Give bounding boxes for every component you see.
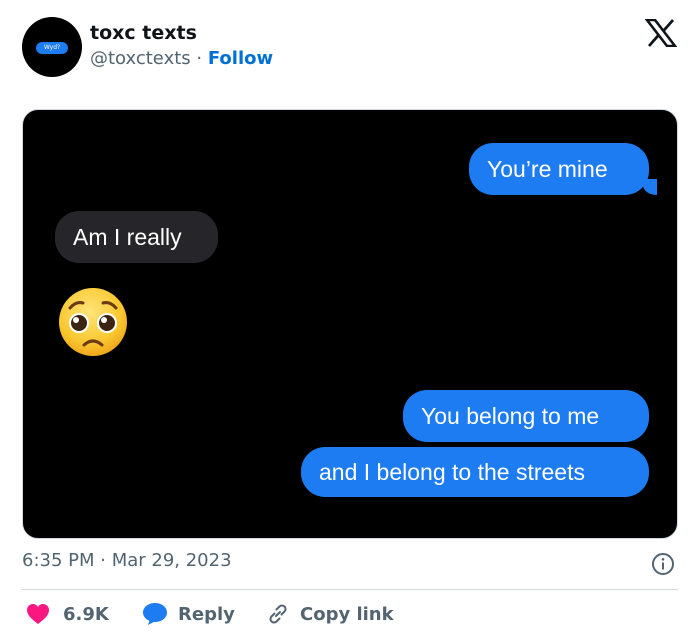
reply-button[interactable]: Reply <box>142 600 235 628</box>
display-name[interactable]: toxc texts <box>90 22 197 44</box>
message-bubble-received: Am I really <box>55 211 218 263</box>
avatar-text: Wyd? <box>36 42 68 54</box>
avatar[interactable]: Wyd? <box>22 17 82 77</box>
info-icon[interactable] <box>651 552 675 576</box>
heart-icon <box>27 604 49 624</box>
separator: · <box>196 48 203 69</box>
handle-row: @toxctexts · Follow <box>90 48 273 69</box>
link-icon <box>269 604 287 624</box>
copy-link-label: Copy link <box>300 603 394 625</box>
message-bubble-sent: You’re mine <box>469 143 649 195</box>
like-button[interactable]: 6.9K <box>26 600 109 628</box>
message-bubble-sent: You belong to me <box>403 390 649 442</box>
like-count: 6.9K <box>63 603 109 625</box>
x-logo-icon[interactable] <box>645 19 677 47</box>
reply-bubble-icon <box>143 603 167 625</box>
pleading-face-emoji <box>59 288 127 356</box>
message-text: Am I really <box>73 224 182 250</box>
reply-label: Reply <box>178 603 235 625</box>
divider <box>22 589 678 590</box>
media-image[interactable]: You’re mine Am I really You belong to me… <box>22 109 678 539</box>
message-text: and I belong to the streets <box>319 459 585 485</box>
handle[interactable]: @toxctexts <box>90 48 191 69</box>
embedded-post: Wyd? toxc texts @toxctexts · Follow You’… <box>0 0 700 641</box>
bubble-tail <box>643 179 657 195</box>
message-text: You belong to me <box>421 403 600 429</box>
message-bubble-sent: and I belong to the streets <box>301 447 649 497</box>
follow-button[interactable]: Follow <box>208 48 273 69</box>
copy-link-button[interactable]: Copy link <box>266 600 394 628</box>
message-text: You’re mine <box>487 156 608 182</box>
timestamp[interactable]: 6:35 PM · Mar 29, 2023 <box>22 550 232 571</box>
